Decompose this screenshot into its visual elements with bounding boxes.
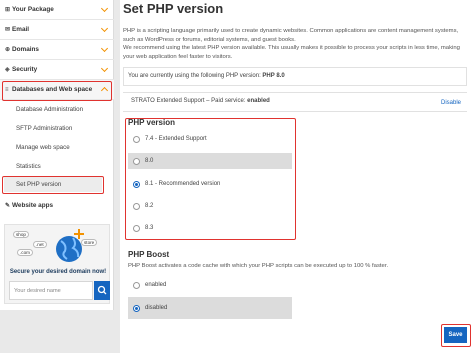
tag-com: .com [17, 249, 33, 256]
support-panel: STRATO Extended Support – Paid service: … [123, 92, 467, 112]
radio-button-checked[interactable] [133, 180, 140, 188]
version-option-8-2[interactable]: 8.2 [128, 198, 292, 214]
version-option-label: 8.3 [145, 225, 154, 231]
sidebar: ⊞ Your Package ✉ Email ⊕ Domains ◈ Secur… [0, 0, 114, 310]
version-option-label: 8.1 - Recommended version [145, 181, 221, 187]
current-version-prefix: You are currently using the following PH… [128, 73, 263, 79]
boost-option-label: enabled [145, 282, 167, 288]
support-prefix: STRATO Extended Support – Paid service: [131, 98, 248, 104]
boost-option-enabled[interactable]: enabled [128, 277, 292, 293]
domain-widget: shop .net .com store Secure your desired… [4, 224, 110, 304]
tag-shop: shop [13, 231, 29, 238]
domain-search-button[interactable] [94, 281, 110, 300]
boost-option-disabled[interactable]: disabled [128, 297, 292, 319]
chevron-down-icon [100, 64, 109, 73]
highlight-box [2, 176, 104, 194]
support-status: enabled [247, 98, 270, 104]
radio-button[interactable] [133, 135, 140, 143]
boost-option-label: disabled [145, 305, 168, 311]
nav-your-package[interactable]: ⊞ Your Package [0, 0, 114, 20]
radio-button[interactable] [133, 224, 140, 232]
version-option-label: 8.0 [145, 158, 154, 164]
chevron-down-icon [100, 4, 109, 13]
envelope-icon: ✉ [5, 27, 11, 33]
save-button[interactable]: Save [444, 327, 467, 343]
main-content: Set PHP version PHP is a scripting langu… [120, 0, 474, 353]
php-boost-title: PHP Boost [128, 250, 170, 259]
version-option-7-4[interactable]: 7.4 - Extended Support [128, 131, 292, 147]
tag-store: store [81, 239, 98, 246]
nav-security[interactable]: ◈ Security [0, 60, 114, 80]
php-boost-description: PHP Boost activates a code cache with wh… [128, 263, 389, 269]
current-version-value: PHP 8.0 [262, 73, 285, 79]
globe-icon: ⊕ [5, 47, 11, 53]
version-option-label: 8.2 [145, 203, 154, 209]
version-option-label: 7.4 - Extended Support [145, 136, 207, 142]
radio-button[interactable] [133, 157, 140, 165]
intro-text-1: PHP is a scripting language primarily us… [123, 28, 459, 43]
php-version-title: PHP version [128, 118, 175, 127]
highlight-box [2, 81, 112, 101]
nav-website-apps[interactable]: ✎ Website apps [0, 195, 114, 215]
sub-item-statistics[interactable]: Statistics [16, 159, 41, 173]
intro-text-2: We recommend using the latest PHP versio… [123, 45, 460, 60]
nav-security-label: Security [12, 66, 38, 73]
version-option-8-1[interactable]: 8.1 - Recommended version [128, 176, 292, 192]
sub-item-sftp-admin[interactable]: SFTP Administration [16, 121, 72, 135]
disable-link[interactable]: Disable [441, 100, 461, 106]
version-option-8-0[interactable]: 8.0 [128, 153, 292, 169]
nav-website-apps-label: Website apps [12, 201, 54, 209]
nav-email-label: Email [12, 26, 30, 33]
search-icon [97, 285, 107, 295]
current-version-panel: You are currently using the following PH… [123, 67, 467, 86]
radio-button-checked[interactable] [133, 304, 140, 312]
nav-your-package-label: Your Package [12, 6, 54, 13]
chevron-down-icon [100, 44, 109, 53]
shield-icon: ◈ [5, 67, 10, 73]
version-option-8-3[interactable]: 8.3 [128, 220, 292, 236]
domain-search-input[interactable]: Your desired name [9, 281, 93, 300]
highlight-box: Save [441, 324, 471, 347]
chevron-down-icon [100, 24, 109, 33]
page-title: Set PHP version [123, 1, 224, 16]
wand-icon: ✎ [5, 202, 11, 209]
nav-domains[interactable]: ⊕ Domains [0, 40, 114, 60]
radio-button[interactable] [133, 281, 140, 289]
sub-item-manage-webspace[interactable]: Manage web space [16, 140, 70, 154]
package-icon: ⊞ [5, 7, 11, 13]
nav-domains-label: Domains [12, 46, 39, 53]
sub-item-database-admin[interactable]: Database Administration [16, 102, 83, 116]
tag-net: .net [33, 241, 47, 248]
domain-widget-title: Secure your desired domain now! [9, 269, 107, 275]
nav-email[interactable]: ✉ Email [0, 20, 114, 40]
radio-button[interactable] [133, 202, 140, 210]
